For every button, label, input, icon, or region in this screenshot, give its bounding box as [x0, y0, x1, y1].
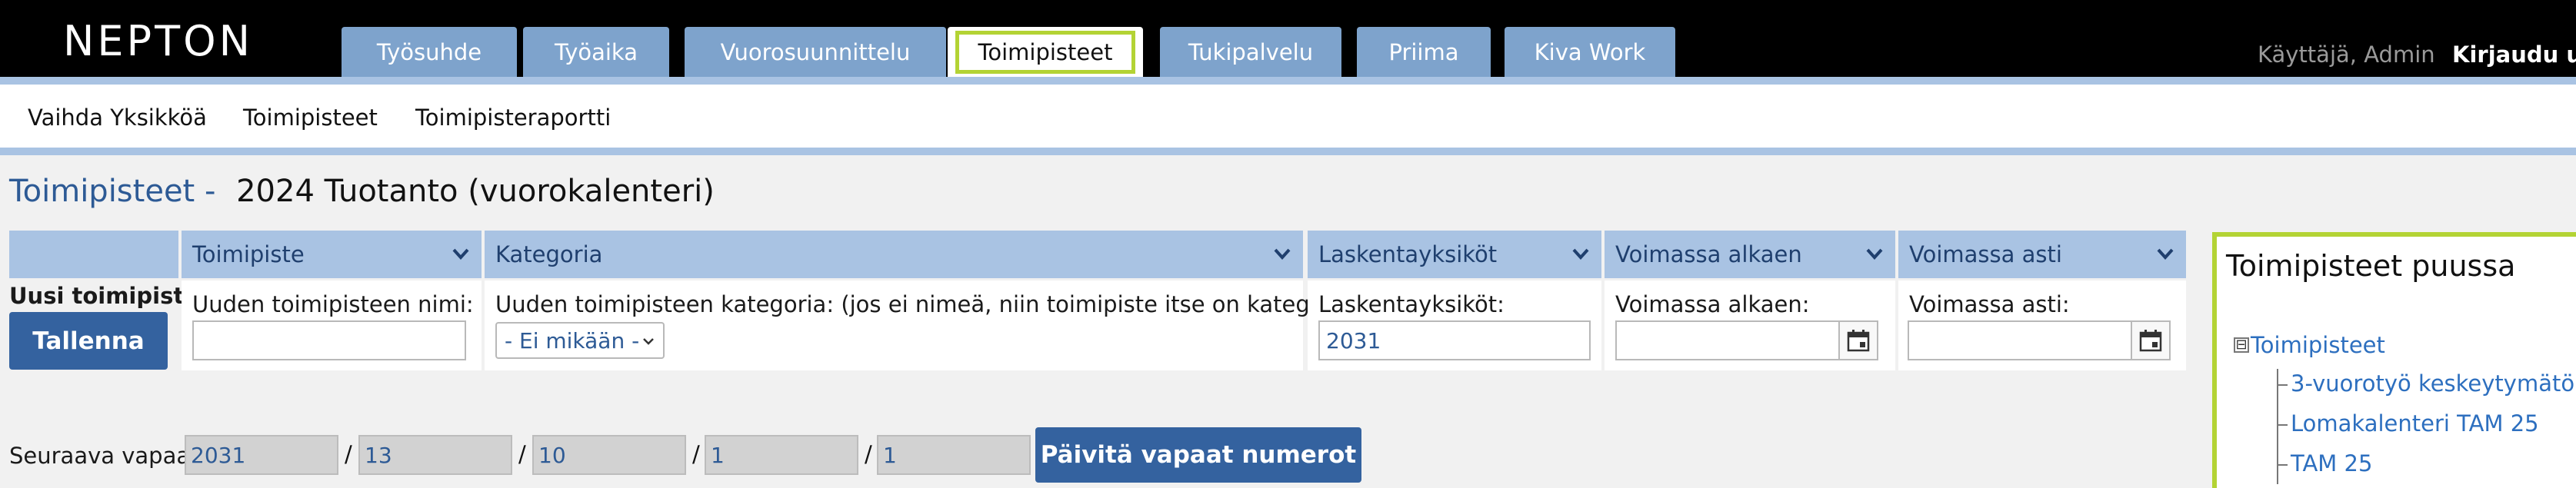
- separator: /: [692, 441, 700, 467]
- page-title: Toimipisteet - 2024 Tuotanto (vuorokalen…: [9, 174, 715, 209]
- tree-title: Toimipisteet puussa: [2226, 249, 2516, 283]
- collapse-icon[interactable]: ⊟: [2234, 337, 2249, 353]
- valid-to-label: Voimassa asti:: [1909, 291, 2070, 317]
- tree-connector: [2277, 369, 2278, 484]
- grid-header-blank: [9, 231, 178, 278]
- next-free-field-5: 1: [877, 435, 1031, 475]
- tree-root-toimipisteet[interactable]: ⊟ Toimipisteet: [2234, 332, 2385, 358]
- valid-to-input[interactable]: [1908, 320, 2132, 360]
- category-select[interactable]: - Ei mikään -: [495, 322, 665, 359]
- locations-tree-panel: Toimipisteet puussa ⊟ Toimipisteet 3-vuo…: [2212, 232, 2576, 488]
- chevron-down-icon[interactable]: [2155, 244, 2175, 264]
- separator: /: [865, 441, 872, 467]
- valid-from-label: Voimassa alkaen:: [1615, 291, 1810, 317]
- current-user: Käyttäjä, Admin: [2258, 41, 2435, 68]
- tree-connector: [2277, 384, 2288, 386]
- tab-tukipalvelu[interactable]: Tukipalvelu: [1160, 27, 1341, 77]
- location-name-input[interactable]: [192, 320, 466, 360]
- tree-root-label[interactable]: Toimipisteet: [2251, 332, 2385, 358]
- column-header-voimassa-alkaen[interactable]: Voimassa alkaen: [1605, 231, 1895, 278]
- tree-item[interactable]: Lomakalenteri TAM 25: [2291, 410, 2539, 437]
- cell-units: Laskentayksiköt:: [1308, 281, 1601, 370]
- subnav-divider: [0, 148, 2576, 155]
- column-header-toimipiste[interactable]: Toimipiste: [182, 231, 482, 278]
- tab-tyosuhde[interactable]: Työsuhde: [342, 27, 517, 77]
- valid-to-calendar-button[interactable]: [2131, 320, 2171, 360]
- cell-valid-to: Voimassa asti:: [1898, 281, 2186, 370]
- logout-link[interactable]: Kirjaudu ulos: [2452, 41, 2576, 68]
- save-button[interactable]: Tallenna: [9, 312, 168, 370]
- column-header-kategoria[interactable]: Kategoria: [485, 231, 1303, 278]
- chevron-down-icon[interactable]: [1272, 244, 1292, 264]
- page-title-name: 2024 Tuotanto (vuorokalenteri): [236, 174, 715, 209]
- column-header-voimassa-asti[interactable]: Voimassa asti: [1898, 231, 2186, 278]
- page-title-prefix: Toimipisteet -: [9, 174, 216, 209]
- chevron-down-icon: [643, 338, 654, 345]
- tree-item[interactable]: 3-vuorotyö keskeytymätön: [2291, 370, 2576, 397]
- top-bar: NEPTON Työsuhde Työaika Vuorosuunnittelu…: [0, 0, 2576, 77]
- cell-category: Uuden toimipisteen kategoria: (jos ei ni…: [485, 281, 1361, 370]
- chevron-down-icon[interactable]: [1571, 244, 1591, 264]
- tab-toimipisteet[interactable]: Toimipisteet: [948, 27, 1143, 77]
- tab-vuorosuunnittelu[interactable]: Vuorosuunnittelu: [685, 27, 946, 77]
- subnav-toimipisteet[interactable]: Toimipisteet: [243, 105, 378, 131]
- name-label: Uuden toimipisteen nimi:: [192, 291, 474, 317]
- tab-priima[interactable]: Priima: [1357, 27, 1491, 77]
- tab-kiva-work[interactable]: Kiva Work: [1505, 27, 1675, 77]
- valid-from-input[interactable]: [1615, 320, 1840, 360]
- next-free-label: Seuraava vapaa:: [9, 443, 198, 469]
- valid-from-calendar-button[interactable]: [1838, 320, 1878, 360]
- next-free-field-3: 10: [532, 435, 686, 475]
- tree-connector: [2277, 464, 2288, 466]
- column-header-laskentayksikot[interactable]: Laskentayksiköt: [1308, 231, 1601, 278]
- tree-item[interactable]: TAM 25: [2291, 450, 2372, 476]
- next-free-field-2: 13: [358, 435, 512, 475]
- sub-navigation: Vaihda Yksikköä Toimipisteet Toimipister…: [0, 85, 2576, 148]
- subnav-vaihda-yksikkoa[interactable]: Vaihda Yksikköä: [28, 105, 207, 131]
- units-input[interactable]: [1318, 320, 1591, 360]
- next-free-field-1: 2031: [185, 435, 338, 475]
- new-location-label: Uusi toimipiste:: [9, 283, 208, 309]
- category-label: Uuden toimipisteen kategoria: (jos ei ni…: [495, 291, 1361, 317]
- separator: /: [518, 441, 526, 467]
- separator: /: [345, 441, 352, 467]
- calendar-icon: [2139, 330, 2162, 352]
- header-divider: [0, 77, 2576, 85]
- chevron-down-icon[interactable]: [451, 244, 471, 264]
- next-free-field-4: 1: [705, 435, 858, 475]
- cell-name: Uuden toimipisteen nimi:: [182, 281, 482, 370]
- nepton-logo[interactable]: NEPTON: [63, 17, 253, 65]
- subnav-toimipisteraportti[interactable]: Toimipisteraportti: [415, 105, 611, 131]
- tree-connector: [2277, 424, 2288, 426]
- units-label: Laskentayksiköt:: [1318, 291, 1505, 317]
- cell-valid-from: Voimassa alkaen:: [1605, 281, 1895, 370]
- calendar-icon: [1847, 330, 1870, 352]
- chevron-down-icon[interactable]: [1865, 244, 1885, 264]
- update-free-numbers-button[interactable]: Päivitä vapaat numerot: [1035, 427, 1361, 483]
- tab-tyoaika[interactable]: Työaika: [523, 27, 669, 77]
